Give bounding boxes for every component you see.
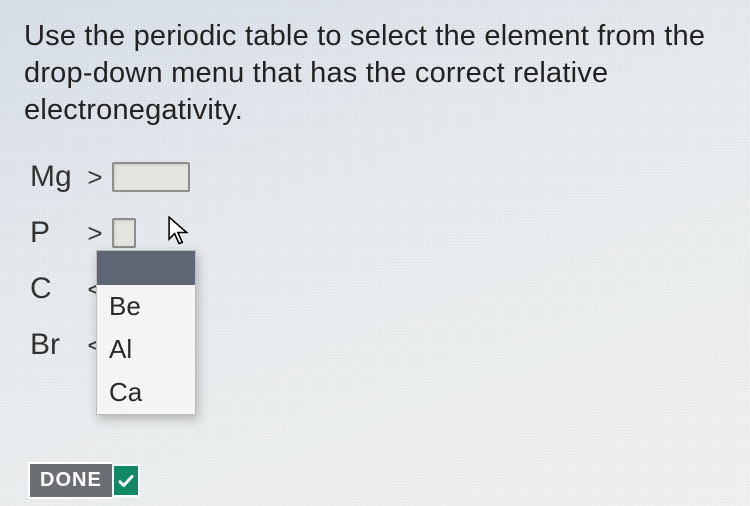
operator: >	[86, 162, 104, 193]
element-label: Br	[30, 328, 84, 362]
dropdown-option-ca[interactable]: Ca	[97, 371, 195, 414]
dropdown-menu-open: Be Al Ca	[96, 250, 196, 415]
question-instructions: Use the periodic table to select the ele…	[24, 18, 726, 129]
done-button[interactable]: DONE	[28, 462, 112, 499]
dropdown-p[interactable]	[112, 218, 136, 248]
element-label: C	[30, 272, 84, 306]
dropdown-option-al[interactable]: Al	[97, 328, 195, 371]
dropdown-option-be[interactable]: Be	[97, 285, 195, 328]
dropdown-option-blank[interactable]	[97, 251, 195, 285]
operator: >	[86, 218, 104, 249]
done-check-button[interactable]	[112, 464, 140, 497]
row-p: P >	[30, 213, 726, 253]
check-icon	[117, 472, 135, 490]
element-label: P	[30, 216, 84, 250]
done-button-group: DONE	[28, 462, 140, 499]
row-mg: Mg >	[30, 157, 726, 197]
dropdown-mg[interactable]	[112, 162, 190, 192]
element-label: Mg	[30, 160, 84, 194]
